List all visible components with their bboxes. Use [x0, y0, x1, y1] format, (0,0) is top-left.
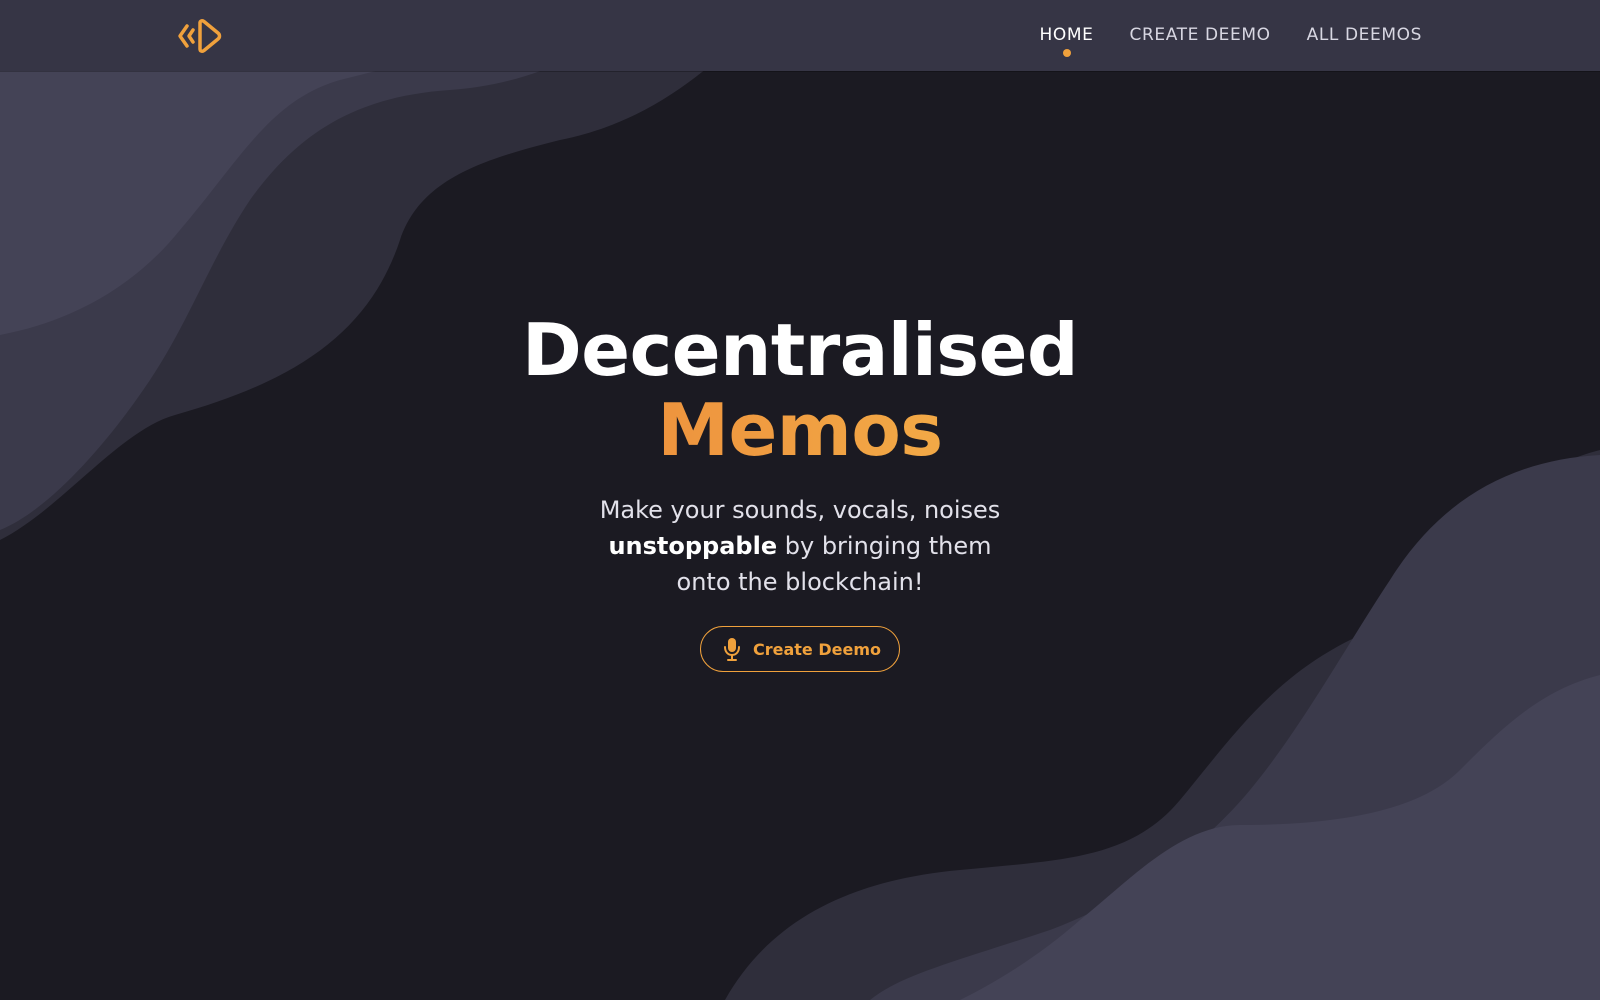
- hero-section: Decentralised Memos Make your sounds, vo…: [0, 310, 1600, 672]
- active-indicator-dot: [1062, 49, 1071, 57]
- page: HOME CREATE DEEMO ALL DEEMOS Decentralis…: [0, 0, 1600, 1000]
- nav-create-deemo-label: CREATE DEEMO: [1129, 25, 1271, 45]
- top-navbar: HOME CREATE DEEMO ALL DEEMOS: [0, 0, 1600, 71]
- tagline-part1: Make your sounds, vocals, noises: [599, 496, 1001, 524]
- main-nav: HOME CREATE DEEMO ALL DEEMOS: [1039, 24, 1422, 57]
- nav-create-deemo-link[interactable]: CREATE DEEMO: [1130, 24, 1271, 46]
- create-deemo-button[interactable]: Create Deemo: [700, 626, 900, 672]
- deemo-logo-icon[interactable]: [176, 16, 226, 56]
- nav-home-label: HOME: [1039, 25, 1094, 45]
- hero-title-line2: Memos: [522, 390, 1078, 470]
- create-deemo-button-label: Create Deemo: [753, 639, 881, 659]
- hero-title: Decentralised Memos: [522, 310, 1078, 470]
- nav-home-link[interactable]: HOME: [1039, 24, 1094, 57]
- nav-all-deemos-label: ALL DEEMOS: [1306, 25, 1422, 45]
- hero-title-line1: Decentralised: [522, 308, 1078, 392]
- tagline-strong: unstoppable: [608, 532, 778, 560]
- nav-all-deemos-link[interactable]: ALL DEEMOS: [1307, 24, 1422, 46]
- hero-tagline: Make your sounds, vocals, noises unstopp…: [580, 492, 1020, 600]
- microphone-icon: [724, 638, 740, 661]
